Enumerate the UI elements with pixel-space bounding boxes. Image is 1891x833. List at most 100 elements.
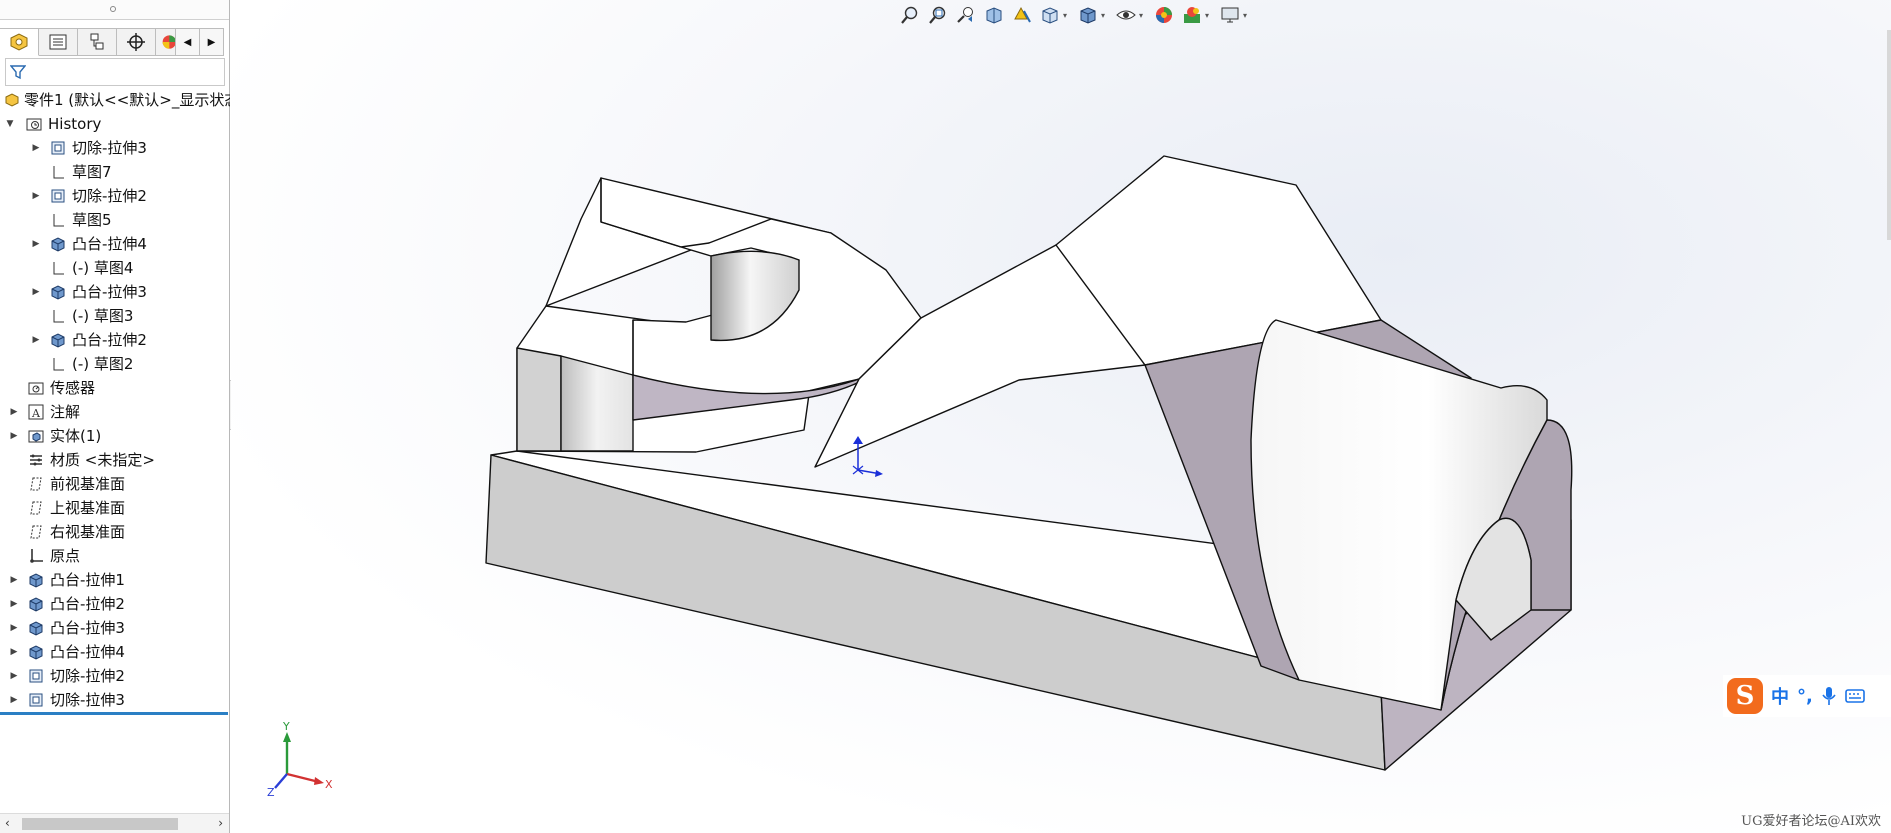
- tree-item-history_items-2[interactable]: ▶ 切除-拉伸2: [0, 184, 230, 208]
- tree-item-label: History: [48, 115, 102, 133]
- tree-item-label: 凸台-拉伸4: [50, 643, 125, 661]
- tree-item-top_items-1[interactable]: ▶ A 注解: [0, 400, 230, 424]
- expand-arrow-icon[interactable]: ▶: [8, 664, 20, 688]
- expand-arrow-icon[interactable]: ▶: [30, 280, 42, 304]
- expand-arrow-icon[interactable]: ▶: [8, 688, 20, 712]
- expand-arrow-icon[interactable]: ▶: [8, 424, 20, 448]
- panel-grip[interactable]: [0, 0, 229, 20]
- tree-item-label: (-) 草图2: [72, 355, 134, 373]
- tree-filter-field[interactable]: [5, 58, 225, 86]
- expand-arrow-icon[interactable]: ▶: [8, 592, 20, 616]
- tree-item-history_items-9[interactable]: (-) 草图2: [0, 352, 230, 376]
- tree-root-label: 零件1 (默认<<默认>_显示状态: [24, 91, 230, 109]
- display-manager-tab[interactable]: [156, 28, 176, 56]
- tree-item-label: 上视基准面: [50, 499, 126, 517]
- expand-arrow-icon[interactable]: ▶: [30, 184, 42, 208]
- tree-item-top_items-10[interactable]: ▶ 凸台-拉伸3: [0, 616, 230, 640]
- origin-icon: [28, 548, 44, 564]
- cut-extrude-icon: [28, 692, 44, 708]
- u-block-front-left-face: [516, 347, 562, 452]
- expand-arrow-icon[interactable]: ▶: [8, 616, 20, 640]
- tree-item-top_items-6[interactable]: 右视基准面: [0, 520, 230, 544]
- sensor-icon: [28, 380, 44, 396]
- configuration-manager-tab[interactable]: [78, 28, 117, 56]
- ime-punct-toggle[interactable]: °,: [1797, 686, 1813, 707]
- feature-manager-tab[interactable]: [0, 28, 39, 56]
- tree-item-top_items-4[interactable]: 前视基准面: [0, 472, 230, 496]
- boss-extrude-icon: [28, 644, 44, 660]
- scroll-right-icon[interactable]: ›: [218, 816, 223, 830]
- tree-item-label: 切除-拉伸3: [50, 691, 125, 709]
- expand-arrow-icon[interactable]: ▶: [8, 400, 20, 424]
- tree-item-top_items-5[interactable]: 上视基准面: [0, 496, 230, 520]
- tree-item-label: 实体(1): [50, 427, 102, 445]
- tree-item-history_items-6[interactable]: ▶ 凸台-拉伸3: [0, 280, 230, 304]
- boss-extrude-icon: [50, 236, 66, 252]
- expand-arrow-icon[interactable]: ▶: [30, 328, 42, 352]
- expand-arrow-icon[interactable]: ▶: [8, 568, 20, 592]
- sketch-icon: [50, 260, 66, 276]
- feature-tree-rollback-bar[interactable]: [0, 712, 228, 715]
- tree-item-history_items-0[interactable]: ▶ 切除-拉伸3: [0, 136, 230, 160]
- ime-toolbar[interactable]: S 中 °,: [1723, 675, 1891, 717]
- tree-item-history_items-1[interactable]: 草图7: [0, 160, 230, 184]
- boss-extrude-icon: [50, 284, 66, 300]
- tree-item-top_items-9[interactable]: ▶ 凸台-拉伸2: [0, 592, 230, 616]
- tree-item-label: 草图5: [72, 211, 112, 229]
- panel-tab-row: ◀ ▶: [0, 28, 230, 56]
- scroll-left-icon[interactable]: ‹: [5, 816, 10, 830]
- collapse-arrow-icon[interactable]: ▼: [4, 112, 16, 136]
- crosshair-icon: [127, 33, 145, 51]
- tree-item-label: 注解: [50, 403, 81, 421]
- boss-extrude-icon: [28, 620, 44, 636]
- graphics-viewport[interactable]: ▾ ▾ ▾ ▾ ▾ Y X Z S 中 °, UG爱好者论坛@AI欢欢: [231, 0, 1891, 833]
- color-wheel-icon: [162, 35, 175, 49]
- tree-item-label: 材质 <未指定>: [50, 451, 155, 469]
- funnel-icon: [10, 65, 26, 80]
- annotation-icon: A: [28, 404, 44, 420]
- tree-item-top_items-2[interactable]: ▶ 实体(1): [0, 424, 230, 448]
- tree-item-history[interactable]: ▼ History: [0, 112, 230, 136]
- dimxpert-tab[interactable]: [117, 28, 156, 56]
- tree-item-label: (-) 草图3: [72, 307, 134, 325]
- tree-item-history_items-8[interactable]: ▶ 凸台-拉伸2: [0, 328, 230, 352]
- boss-extrude-icon: [50, 332, 66, 348]
- tree-item-top_items-12[interactable]: ▶ 切除-拉伸2: [0, 664, 230, 688]
- scrollbar-thumb[interactable]: [22, 818, 178, 830]
- tree-item-label: 前视基准面: [50, 475, 126, 493]
- tree-item-top_items-0[interactable]: 传感器: [0, 376, 230, 400]
- part-feature-icon: [4, 92, 20, 108]
- tree-item-history_items-7[interactable]: (-) 草图3: [0, 304, 230, 328]
- tree-item-label: 凸台-拉伸3: [72, 283, 147, 301]
- tree-item-top_items-8[interactable]: ▶ 凸台-拉伸1: [0, 568, 230, 592]
- triad-z-label: Z: [267, 786, 275, 798]
- expand-arrow-icon[interactable]: ▶: [8, 640, 20, 664]
- cut-extrude-icon: [28, 668, 44, 684]
- tree-item-label: 草图7: [72, 163, 112, 181]
- tab-scroll-left-button[interactable]: ◀: [176, 28, 200, 56]
- tree-item-history_items-4[interactable]: ▶ 凸台-拉伸4: [0, 232, 230, 256]
- tree-item-label: 凸台-拉伸1: [50, 571, 125, 589]
- plane-icon: [28, 524, 44, 540]
- expand-arrow-icon[interactable]: ▶: [30, 136, 42, 160]
- tree-item-top_items-11[interactable]: ▶ 凸台-拉伸4: [0, 640, 230, 664]
- tree-item-top_items-3[interactable]: 材质 <未指定>: [0, 448, 230, 472]
- part-model-3d[interactable]: [231, 0, 1891, 833]
- microphone-icon[interactable]: [1821, 686, 1837, 706]
- tree-item-label: 传感器: [50, 379, 96, 397]
- tree-item-history_items-5[interactable]: (-) 草图4: [0, 256, 230, 280]
- horizontal-scrollbar[interactable]: ‹ ›: [0, 813, 229, 833]
- sogou-logo-icon[interactable]: S: [1727, 678, 1763, 714]
- expand-arrow-icon[interactable]: ▶: [30, 232, 42, 256]
- reference-triad[interactable]: Y X Z: [261, 718, 341, 798]
- property-manager-tab[interactable]: [39, 28, 78, 56]
- keyboard-icon[interactable]: [1845, 688, 1865, 704]
- ime-mode-toggle[interactable]: 中: [1771, 683, 1789, 709]
- material-icon: [28, 452, 44, 468]
- tab-scroll-right-button[interactable]: ▶: [200, 28, 224, 56]
- tree-item-top_items-13[interactable]: ▶ 切除-拉伸3: [0, 688, 230, 712]
- tree-item-top_items-7[interactable]: 原点: [0, 544, 230, 568]
- tree-item-history_items-3[interactable]: 草图5: [0, 208, 230, 232]
- tree-item-label: (-) 草图4: [72, 259, 134, 277]
- tree-root-part[interactable]: 零件1 (默认<<默认>_显示状态: [0, 88, 230, 112]
